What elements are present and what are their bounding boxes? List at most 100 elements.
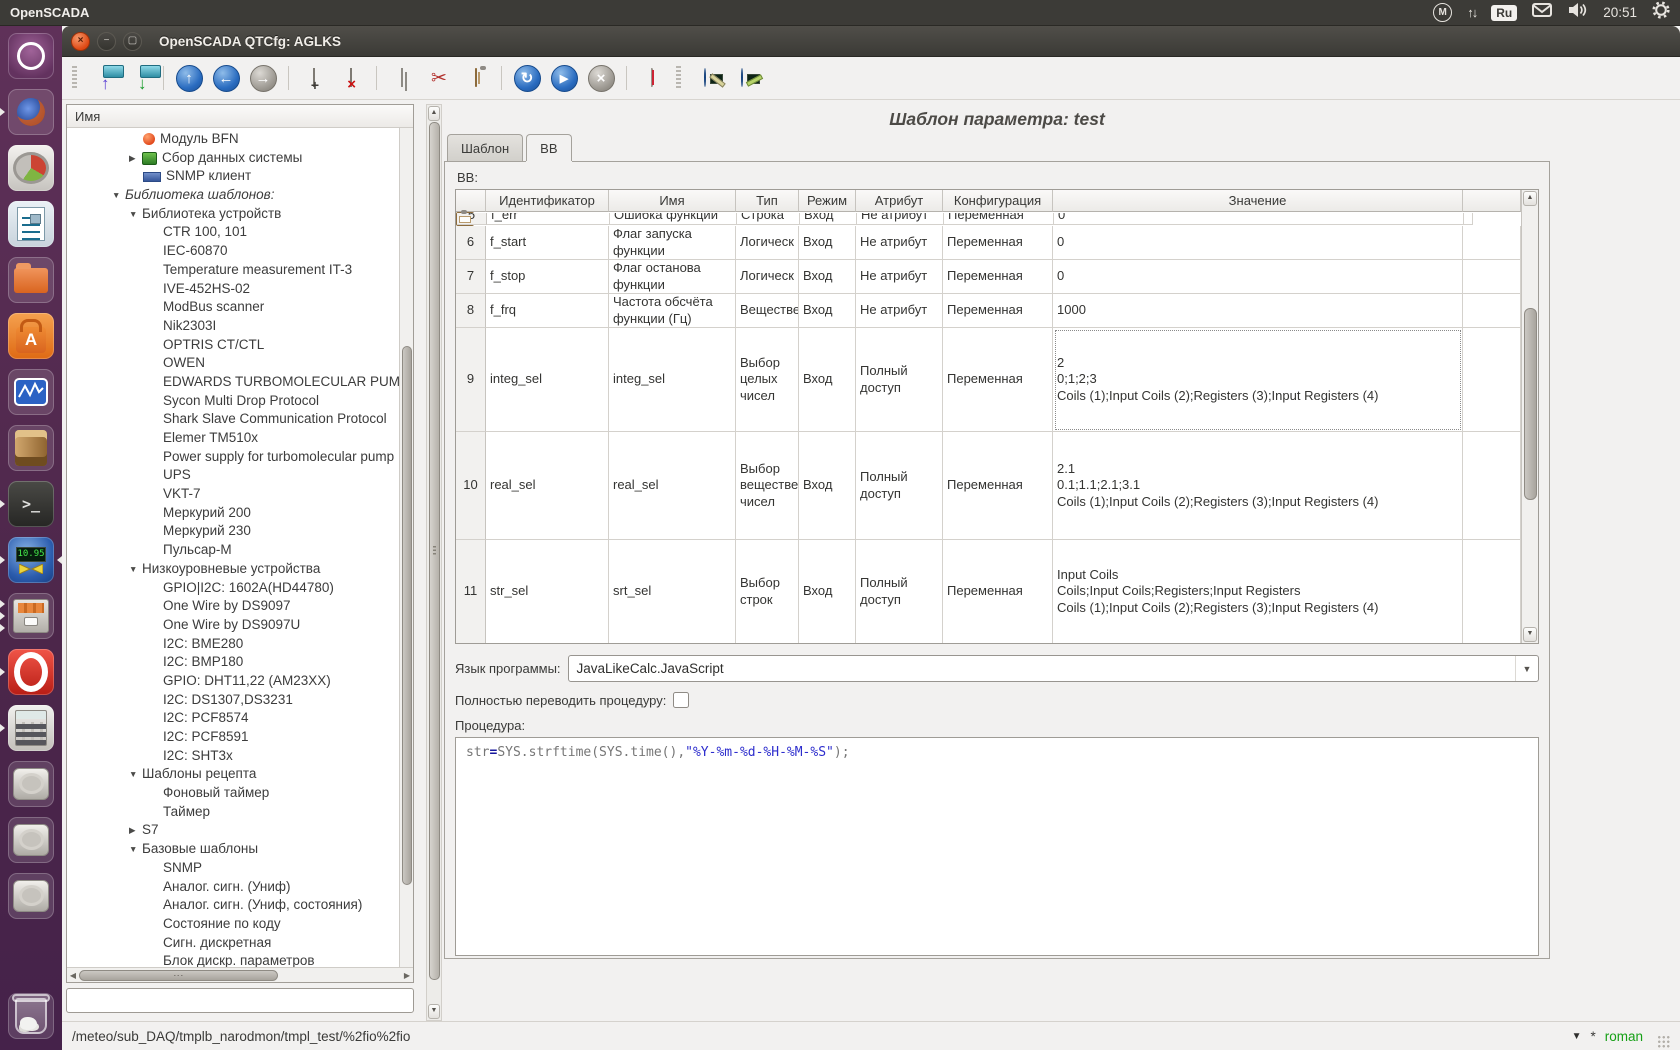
cell-id[interactable]: str_sel [486, 540, 609, 643]
launcher-item[interactable] [0, 420, 62, 476]
cell-id[interactable]: real_sel [486, 432, 609, 540]
launcher-item[interactable] [0, 196, 62, 252]
paste-item-button[interactable] [459, 61, 493, 95]
cell-type[interactable]: Выбор целых чисел [736, 328, 799, 432]
tree-item[interactable]: ▼Библиотека устройств [67, 205, 399, 224]
expander-icon[interactable]: ▼ [129, 765, 142, 784]
row-number-cell[interactable]: 10 [456, 432, 486, 540]
cell-type[interactable]: Выбор строк [736, 540, 799, 643]
cell-mode[interactable]: Вход [799, 540, 856, 643]
tree-column-header[interactable]: Имя [67, 105, 413, 128]
scrollbar-thumb[interactable] [79, 970, 278, 981]
configurator-button[interactable] [688, 61, 722, 95]
cell-type[interactable]: Веществе [736, 294, 799, 328]
cell-id[interactable]: f_stop [486, 260, 609, 294]
cell-attr[interactable]: Не атрибут [856, 294, 943, 328]
cell-attr[interactable]: Полный доступ [856, 540, 943, 643]
procedure-code-editor[interactable]: str=SYS.strftime(SYS.time(),"%Y-%m-%d-%H… [455, 737, 1539, 956]
launcher-item[interactable]: A [0, 308, 62, 364]
tree-item[interactable]: IVE-452HS-02 [67, 280, 399, 299]
cell-attr[interactable]: Полный доступ [856, 328, 943, 432]
cell-name[interactable]: real_sel [609, 432, 736, 540]
window-titlebar[interactable]: × − ▢ OpenSCADA QTCfg: AGLKS [62, 26, 1680, 57]
cell-name[interactable]: srt_sel [609, 540, 736, 643]
column-header[interactable] [456, 190, 486, 212]
manual-button[interactable] [635, 61, 669, 95]
launcher-item[interactable]: 10.95 [0, 532, 62, 588]
cell-attr[interactable]: Полный доступ [856, 432, 943, 540]
scrollbar-thumb[interactable] [402, 346, 412, 885]
tree-item[interactable]: I2C: BME280 [67, 635, 399, 654]
scroll-down-arrow-icon[interactable]: ▼ [1523, 627, 1537, 642]
launcher-item[interactable] [0, 84, 62, 140]
cell-config[interactable]: Переменная [943, 432, 1053, 540]
vision-button[interactable] [725, 61, 759, 95]
tree-item[interactable]: I2C: PCF8574 [67, 709, 399, 728]
resize-grip[interactable] [1657, 1035, 1670, 1048]
tree-item[interactable]: ▶Сбор данных системы [67, 149, 399, 168]
launcher-item[interactable] [0, 644, 62, 700]
tree-horizontal-scrollbar[interactable]: ◀ ▶ [67, 967, 413, 982]
tree-item[interactable]: Сигн. дискретная [67, 934, 399, 953]
tree-vertical-scrollbar[interactable] [399, 128, 413, 967]
workspace-scrollbar[interactable]: ▲ ▼ [426, 104, 442, 1021]
refresh-button[interactable]: ↻ [510, 61, 544, 95]
toolbar-handle[interactable] [72, 66, 77, 90]
expander-icon[interactable]: ▶ [129, 149, 142, 168]
tree-item[interactable]: IEC-60870 [67, 242, 399, 261]
cell-value[interactable]: 0 [1053, 260, 1463, 294]
expander-icon[interactable]: ▼ [129, 560, 142, 579]
keyboard-layout-indicator[interactable]: Ru [1491, 5, 1517, 21]
close-button[interactable]: × [71, 32, 90, 51]
forward-button[interactable]: → [246, 61, 280, 95]
cell-value[interactable]: 0 [1053, 226, 1463, 260]
cell-type[interactable]: Выбор веществе чисел [736, 432, 799, 540]
tree-item[interactable]: EDWARDS TURBOMOLECULAR PUMP [67, 373, 399, 392]
mail-icon[interactable] [1532, 3, 1552, 22]
column-header[interactable]: Конфигурация [943, 190, 1053, 212]
scroll-up-arrow-icon[interactable]: ▲ [428, 106, 440, 121]
session-gear-icon[interactable] [1652, 1, 1670, 24]
stop-button[interactable]: × [584, 61, 618, 95]
tree-item[interactable]: Аналог. сигн. (Униф, состояния) [67, 896, 399, 915]
row-number-cell[interactable]: 9 [456, 328, 486, 432]
cell-config[interactable]: Переменная [943, 540, 1053, 643]
cell-mode[interactable]: Вход [800, 213, 857, 225]
row-number-cell[interactable]: 11 [456, 540, 486, 643]
column-header[interactable]: Значение [1053, 190, 1463, 212]
launcher-item[interactable] [0, 700, 62, 756]
cell-value[interactable]: 0 [1054, 213, 1464, 225]
toolbar-handle[interactable] [676, 66, 681, 90]
cell-id[interactable]: f_frq [486, 294, 609, 328]
cell-value[interactable]: 1000 [1053, 294, 1463, 328]
cell-mode[interactable]: Вход [799, 328, 856, 432]
launcher-item[interactable] [0, 28, 62, 84]
launcher-item[interactable] [0, 988, 62, 1044]
clock[interactable]: 20:51 [1603, 5, 1637, 20]
maximize-button[interactable]: ▢ [123, 32, 142, 51]
tree-item[interactable]: Блок дискр. параметров [67, 952, 399, 967]
tree-item[interactable]: ▼Базовые шаблоны [67, 840, 399, 859]
column-header[interactable]: Имя [609, 190, 736, 212]
cell-mode[interactable]: Вход [799, 294, 856, 328]
cell-mode[interactable]: Вход [799, 260, 856, 294]
tree-item[interactable]: Пульсар-М [67, 541, 399, 560]
tree-item[interactable]: Temperature measurement IT-3 [67, 261, 399, 280]
table-scrollbar[interactable]: ▲ ▼ [1521, 190, 1538, 643]
add-item-button[interactable]: + [297, 61, 331, 95]
network-updown-icon[interactable]: ↑↓ [1467, 5, 1476, 20]
scroll-up-arrow-icon[interactable]: ▲ [1523, 191, 1537, 206]
tree-item[interactable]: Elemer TM510x [67, 429, 399, 448]
row-number-cell[interactable]: 8 [456, 294, 486, 328]
tree-item[interactable]: I2C: BMP180 [67, 653, 399, 672]
tree-item[interactable]: Shark Slave Communication Protocol [67, 410, 399, 429]
cell-config[interactable]: Переменная [943, 260, 1053, 294]
tree-item[interactable]: I2C: DS1307,DS3231 [67, 691, 399, 710]
tree-item[interactable]: SNMP [67, 859, 399, 878]
column-header[interactable]: Идентификатор [486, 190, 609, 212]
up-level-button[interactable]: ↑ [172, 61, 206, 95]
tree-item[interactable]: ▼Библиотека шаблонов: [67, 186, 399, 205]
launcher-item[interactable] [0, 868, 62, 924]
cell-value[interactable]: Input Coils Coils;Input Coils;Registers;… [1053, 540, 1463, 643]
load-button[interactable]: ↑ [84, 61, 118, 95]
